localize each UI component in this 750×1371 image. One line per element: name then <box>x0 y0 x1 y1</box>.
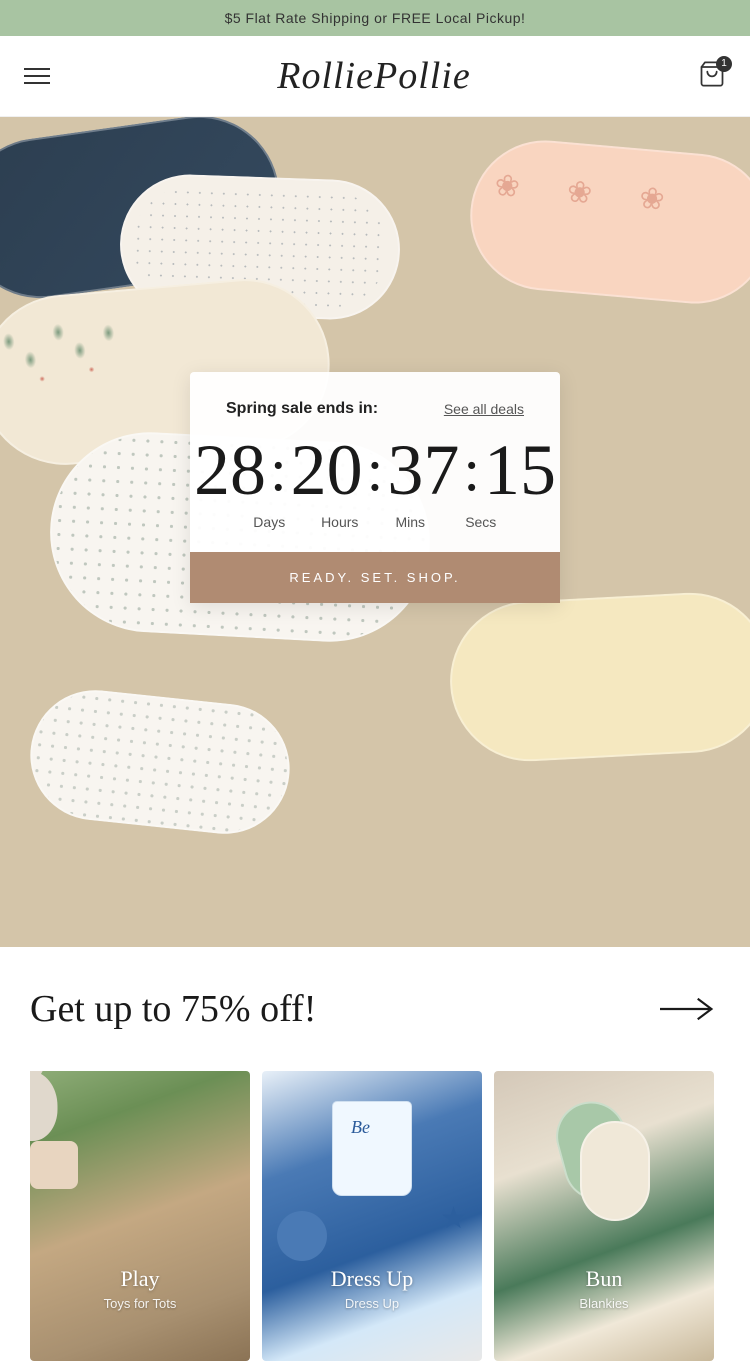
countdown-numbers: 28 : 20 : 37 : 15 <box>226 434 524 506</box>
mins-count: 37 <box>387 434 459 506</box>
mins-label: Mins <box>375 514 446 530</box>
countdown-labels: Days Hours Mins Secs <box>226 514 524 530</box>
category-item-blankies[interactable]: Bun Blankies <box>494 1071 714 1361</box>
play-background <box>30 1071 250 1361</box>
days-count: 28 <box>194 434 266 506</box>
logo[interactable]: RolliePollie <box>277 54 471 98</box>
dress-subtitle: Dress Up <box>262 1296 482 1311</box>
toy-decorations <box>30 1071 250 1361</box>
secs-count: 15 <box>484 434 556 506</box>
dress-label: Dress Up Dress Up <box>262 1266 482 1311</box>
onesie <box>332 1101 412 1196</box>
shop-now-button[interactable]: READY. SET. SHOP. <box>190 552 560 603</box>
blankies-decorations <box>494 1071 714 1361</box>
polka-toy <box>30 1141 78 1189</box>
sale-arrow-button[interactable] <box>660 994 720 1024</box>
blankies-title: Bun <box>494 1266 714 1292</box>
separator-2: : <box>367 440 384 500</box>
dress-title: Dress Up <box>262 1266 482 1292</box>
blankies-label: Bun Blankies <box>494 1266 714 1311</box>
blankie-roll-2 <box>580 1121 650 1221</box>
secs-label: Secs <box>446 514 517 530</box>
dress-background: ★ <box>262 1071 482 1361</box>
see-all-deals-link[interactable]: See all deals <box>444 401 524 417</box>
arrow-svg <box>660 994 720 1024</box>
hamburger-menu-icon[interactable] <box>24 68 50 84</box>
announcement-text: $5 Flat Rate Shipping or FREE Local Pick… <box>225 10 526 26</box>
play-subtitle: Toys for Tots <box>30 1296 250 1311</box>
cart-icon[interactable]: 1 <box>698 60 726 93</box>
play-label: Play Toys for Tots <box>30 1266 250 1311</box>
announcement-bar: $5 Flat Rate Shipping or FREE Local Pick… <box>0 0 750 36</box>
separator-1: : <box>270 440 287 500</box>
sale-headline: Get up to 75% off! <box>30 987 316 1031</box>
dress-decorations: ★ <box>262 1071 482 1361</box>
header: RolliePollie 1 <box>0 36 750 117</box>
hours-label: Hours <box>305 514 376 530</box>
blankies-background <box>494 1071 714 1361</box>
category-section: Play Toys for Tots ★ Dress Up Dress Up B… <box>0 1071 750 1371</box>
swaddle-spot <box>24 684 296 840</box>
category-item-dress-up[interactable]: ★ Dress Up Dress Up <box>262 1071 482 1361</box>
sale-section: Get up to 75% off! <box>0 947 750 1071</box>
hero-section: Spring sale ends in: See all deals 28 : … <box>0 117 750 947</box>
swaddle-yellow <box>446 589 750 766</box>
category-item-play[interactable]: Play Toys for Tots <box>30 1071 250 1361</box>
separator-3: : <box>463 440 480 500</box>
blankies-subtitle: Blankies <box>494 1296 714 1311</box>
sale-label: Spring sale ends in: <box>226 400 378 418</box>
star-decoration: ★ <box>440 1201 467 1236</box>
play-title: Play <box>30 1266 250 1292</box>
moon-decoration <box>277 1211 327 1261</box>
days-label: Days <box>234 514 305 530</box>
countdown-header: Spring sale ends in: See all deals <box>226 400 524 418</box>
cart-count: 1 <box>716 56 732 72</box>
countdown-card: Spring sale ends in: See all deals 28 : … <box>190 372 560 603</box>
hours-count: 20 <box>291 434 363 506</box>
swaddle-floral <box>464 134 750 310</box>
